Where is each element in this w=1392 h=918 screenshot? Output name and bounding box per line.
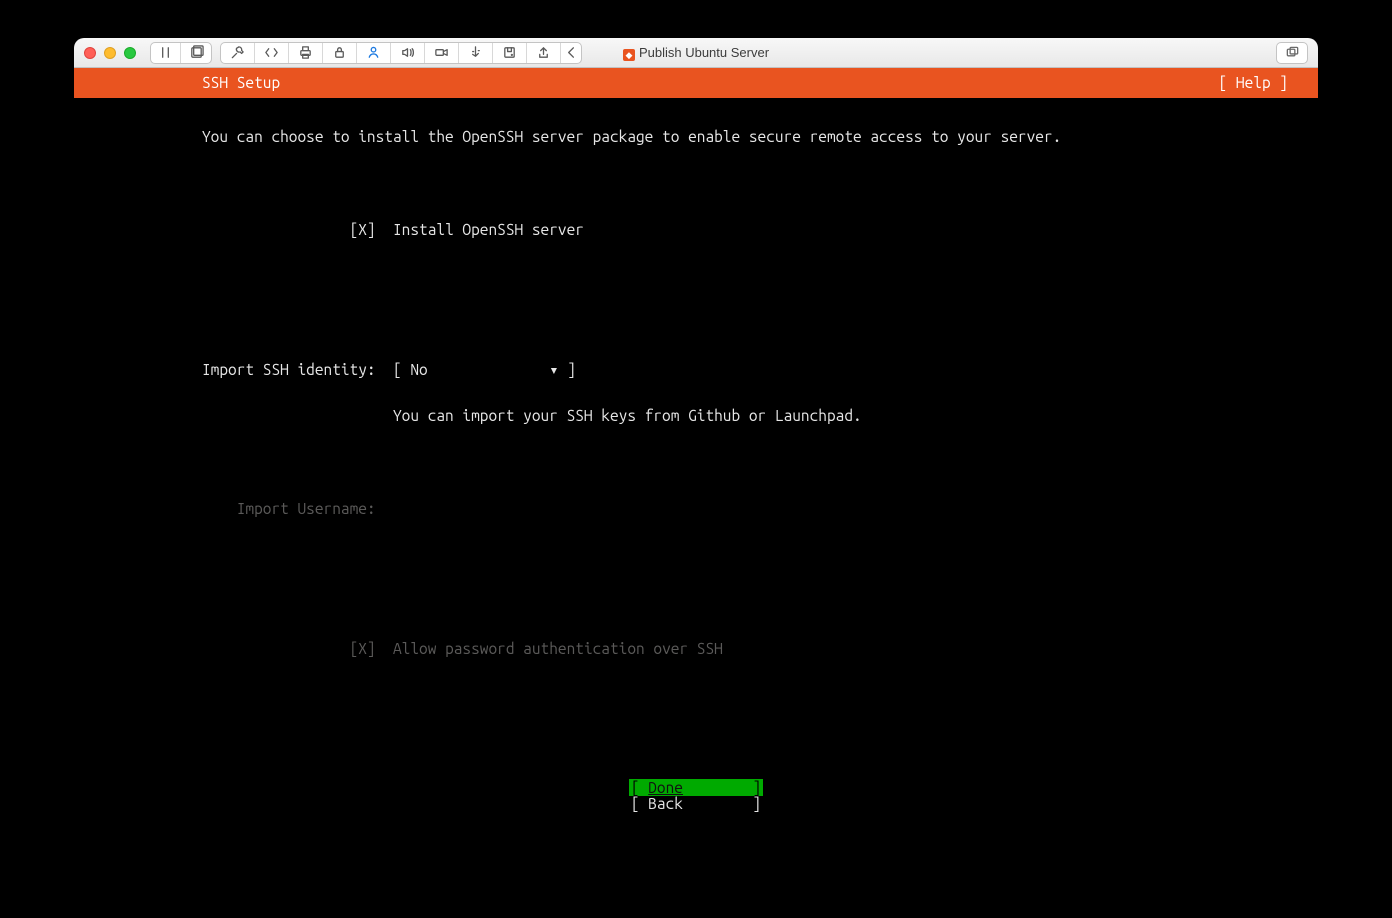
allow-password-label: Allow password authentication over SSH xyxy=(393,640,723,657)
snapshot-button[interactable] xyxy=(181,43,211,63)
usb-icon[interactable] xyxy=(459,43,493,63)
done-button[interactable]: [ Done ] xyxy=(629,780,763,796)
vm-console: SSH Setup [ Help ] You can choose to ins… xyxy=(74,68,1318,821)
import-identity-row: Import SSH identity: [ No ▾ ] xyxy=(202,362,1288,378)
allow-password-checkbox: [X] xyxy=(350,640,376,657)
install-openssh-row[interactable]: [X] Install OpenSSH server xyxy=(202,222,1288,238)
allow-password-row: [X] Allow password authentication over S… xyxy=(202,641,1288,657)
installer-body: You can choose to install the OpenSSH se… xyxy=(74,98,1318,821)
traffic-lights xyxy=(84,47,136,59)
zoom-window-button[interactable] xyxy=(124,47,136,59)
window-titlebar: ◆ Publish Ubuntu Server xyxy=(74,38,1318,68)
minimize-window-button[interactable] xyxy=(104,47,116,59)
sound-icon[interactable] xyxy=(391,43,425,63)
camera-icon[interactable] xyxy=(425,43,459,63)
toolbar-group xyxy=(220,42,582,64)
disk-icon[interactable] xyxy=(493,43,527,63)
import-identity-label: Import SSH identity: xyxy=(202,361,376,378)
import-identity-hint: You can import your SSH keys from Github… xyxy=(202,408,1288,424)
user-icon[interactable] xyxy=(357,43,391,63)
install-openssh-checkbox[interactable]: [X] xyxy=(350,221,376,238)
ubuntu-icon: ◆ xyxy=(623,49,635,61)
description-text: You can choose to install the OpenSSH se… xyxy=(202,129,1288,145)
vm-window: ◆ Publish Ubuntu Server SSH Setup [ Help … xyxy=(74,38,1318,821)
lock-icon[interactable] xyxy=(323,43,357,63)
installer-title: SSH Setup xyxy=(202,75,280,91)
code-icon[interactable] xyxy=(255,43,289,63)
import-identity-dropdown[interactable]: [ No ▾ ] xyxy=(393,361,576,378)
chevron-left-icon[interactable] xyxy=(561,43,581,63)
installer-header: SSH Setup [ Help ] xyxy=(74,68,1318,98)
close-window-button[interactable] xyxy=(84,47,96,59)
import-username-label: Import Username: xyxy=(237,500,376,517)
printer-icon[interactable] xyxy=(289,43,323,63)
chevron-down-icon: ▾ xyxy=(549,361,558,378)
window-title-text: Publish Ubuntu Server xyxy=(639,45,769,60)
share-icon[interactable] xyxy=(527,43,561,63)
pause-segment xyxy=(150,42,212,64)
install-openssh-label: Install OpenSSH server xyxy=(393,221,584,238)
wrench-icon[interactable] xyxy=(221,43,255,63)
pause-button[interactable] xyxy=(151,43,181,63)
windowed-mode-button[interactable] xyxy=(1276,42,1308,64)
installer-footer: [ Done ] [ Back ] xyxy=(74,780,1318,811)
help-button[interactable]: [ Help ] xyxy=(1219,75,1288,91)
import-username-row: Import Username: xyxy=(202,501,1288,517)
back-button[interactable]: [ Back ] xyxy=(631,796,761,812)
